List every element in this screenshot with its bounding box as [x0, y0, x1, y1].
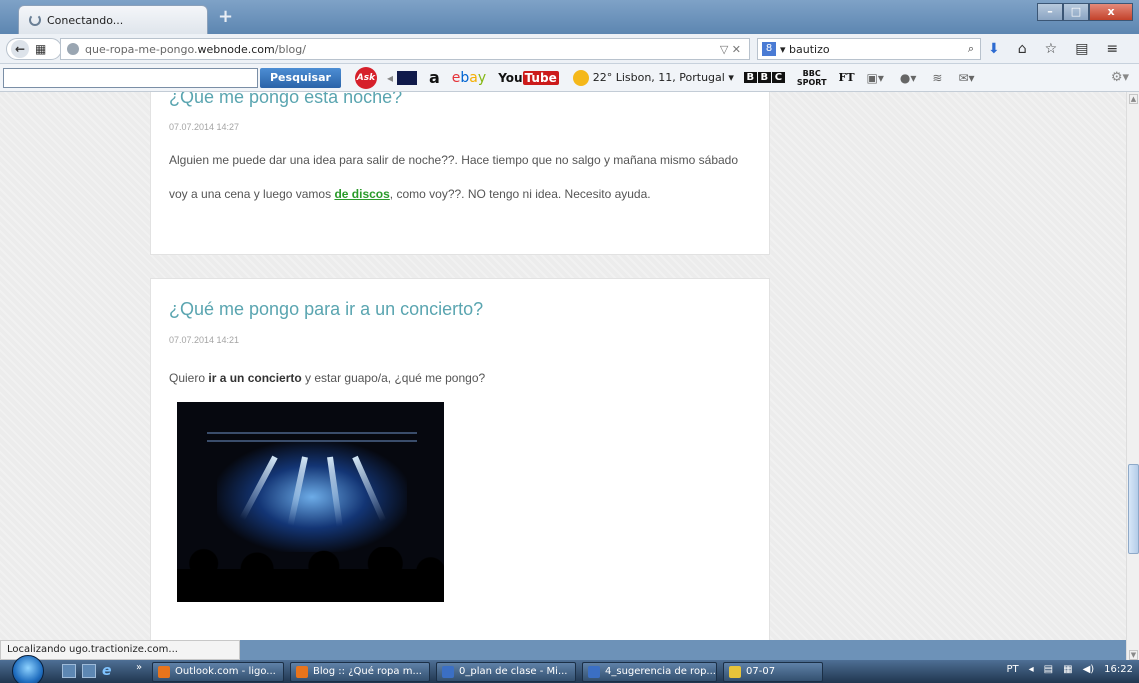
quick-launch-chevron[interactable]: » [136, 662, 142, 673]
taskbar: e » Outlook.com - ligo... Blog :: ¿Qué r… [0, 655, 1139, 683]
loading-icon [29, 14, 41, 26]
url-controls[interactable]: ▽ ✕ [720, 43, 749, 56]
back-arrow-icon: ← [11, 40, 29, 58]
bbc-sport-icon[interactable]: BBC SPORT [797, 69, 827, 87]
search-input[interactable]: ▾ bautizo [780, 43, 830, 56]
maps-icon[interactable]: ▣▾ [867, 71, 884, 85]
home-icon[interactable]: ⌂ [1018, 41, 1027, 57]
toolbar-search-button[interactable]: Pesquisar [260, 67, 341, 88]
bbc-icon[interactable]: BBC [743, 72, 785, 83]
tab-current[interactable]: Conectando... [18, 5, 208, 34]
post-body: Alguien me puede dar una idea para salir… [169, 153, 739, 201]
gear-icon[interactable]: ⚙▾ [1111, 70, 1129, 85]
folder-icon [729, 666, 741, 678]
quick-launch: e [62, 664, 116, 678]
ebay-icon[interactable]: ebay [452, 70, 486, 86]
youtube-prefix: You [498, 70, 523, 85]
taskbar-item[interactable]: 4_sugerencia de rop... [582, 662, 717, 682]
ask-toolbar: Pesquisar Ask ◂ a ebay You Tube 22° Lisbo… [0, 64, 1139, 92]
word-icon [442, 666, 454, 678]
system-tray: PT ◂ ▤ ▦ ◀) 16:22 [1007, 664, 1134, 675]
star-icon[interactable]: ☆ [1045, 41, 1058, 57]
youtube-suffix: Tube [522, 70, 559, 85]
firefox-icon [296, 666, 308, 678]
taskbar-item[interactable]: Outlook.com - ligo... [152, 662, 284, 682]
post-link[interactable]: de discos [334, 187, 389, 201]
nav-bar: ← ▦ que-ropa-me-pongo. webnode.com/blog/ … [0, 34, 1139, 64]
toolbar-search-input[interactable] [3, 67, 258, 88]
taskbar-item[interactable]: Blog :: ¿Qué ropa m... [290, 662, 430, 682]
toolbar-misc-icons: ▣▾ ●▾ ≋ ✉▾ [867, 71, 975, 85]
post-date: 07.07.2014 14:21 [169, 335, 240, 345]
search-icon[interactable]: ⌕ [968, 42, 980, 56]
scrollbar-thumb[interactable] [1128, 464, 1139, 554]
amazon-icon[interactable]: a [429, 68, 440, 87]
games-icon[interactable]: ●▾ [900, 71, 917, 85]
volume-icon[interactable]: ◀) [1083, 664, 1095, 675]
keyboard-icon[interactable]: ▤ [1044, 664, 1053, 675]
url-path: /blog/ [274, 42, 306, 56]
mail-icon[interactable]: ✉▾ [958, 71, 974, 85]
url-bar[interactable]: que-ropa-me-pongo. webnode.com/blog/ ▽ ✕ [60, 38, 750, 60]
globe-icon [67, 43, 79, 55]
word-icon [588, 666, 600, 678]
blog-post: ¿Qué me pongo para ir a un concierto? 07… [150, 278, 770, 640]
firefox-icon [158, 666, 170, 678]
minimize-button[interactable]: – [1037, 3, 1063, 21]
post-date: 07.07.2014 14:27 [169, 122, 240, 132]
url-domain: webnode.com [197, 42, 275, 56]
scroll-down-arrow-icon[interactable]: ▼ [1129, 650, 1138, 660]
clock[interactable]: 16:22 [1104, 664, 1133, 675]
blog-post: ¿Qué me pongo ésta noche? 07.07.2014 14:… [150, 92, 770, 255]
sun-icon [572, 69, 589, 86]
start-button[interactable] [12, 655, 44, 683]
menu-icon[interactable]: ≡ [1106, 41, 1118, 57]
history-icon[interactable]: ▦ [35, 42, 46, 56]
new-tab-button[interactable]: + [218, 6, 233, 27]
weather-text: 22° Lisbon, 11, Portugal ▾ [592, 71, 734, 84]
tab-bar: Conectando... + – □ x [0, 0, 1139, 34]
tray-arrow-icon[interactable]: ◂ [1029, 664, 1034, 675]
media-player-icon[interactable] [396, 70, 417, 85]
close-button[interactable]: x [1089, 3, 1133, 21]
language-indicator[interactable]: PT [1007, 664, 1019, 675]
download-icon[interactable]: ⬇ [988, 41, 1000, 57]
explorer-icon[interactable] [82, 664, 96, 678]
ft-icon[interactable]: FT [839, 71, 855, 84]
tab-title: Conectando... [47, 13, 124, 27]
bookmarks-icon[interactable]: ▤ [1075, 41, 1088, 57]
url-prefix: que-ropa-me-pongo. [85, 42, 198, 56]
network-icon[interactable]: ▦ [1063, 664, 1072, 675]
weather-widget[interactable]: 22° Lisbon, 11, Portugal ▾ [572, 69, 734, 86]
post-title[interactable]: ¿Qué me pongo para ir a un concierto? [169, 299, 483, 320]
media-control-icon[interactable]: ◂ [387, 71, 393, 85]
radio-icon[interactable]: ≋ [932, 71, 942, 85]
post-title[interactable]: ¿Qué me pongo ésta noche? [169, 92, 402, 108]
taskbar-item[interactable]: 07-07 [723, 662, 823, 682]
ask-icon[interactable]: Ask [354, 66, 377, 89]
internet-explorer-icon[interactable]: e [102, 664, 116, 678]
scroll-up-arrow-icon[interactable]: ▲ [1129, 94, 1138, 104]
page-viewport: ¿Qué me pongo ésta noche? 07.07.2014 14:… [0, 92, 1126, 640]
back-button[interactable]: ← ▦ [6, 38, 62, 60]
vertical-scrollbar[interactable]: ▲ ▼ [1126, 92, 1139, 662]
show-desktop-icon[interactable] [62, 664, 76, 678]
post-body: Quiero ir a un concierto y estar guapo/a… [169, 371, 486, 385]
search-engine-icon[interactable]: 8 [762, 42, 776, 56]
nav-icons: ⬇ ⌂ ☆ ▤ ≡ [988, 41, 1118, 57]
youtube-icon[interactable]: You Tube [498, 70, 559, 85]
taskbar-item[interactable]: 0_plan de clase - Mi... [436, 662, 576, 682]
search-bar[interactable]: 8 ▾ bautizo ⌕ [757, 38, 981, 60]
concert-image[interactable] [177, 402, 444, 602]
maximize-button[interactable]: □ [1063, 3, 1089, 21]
window-controls: – □ x [1037, 3, 1133, 21]
